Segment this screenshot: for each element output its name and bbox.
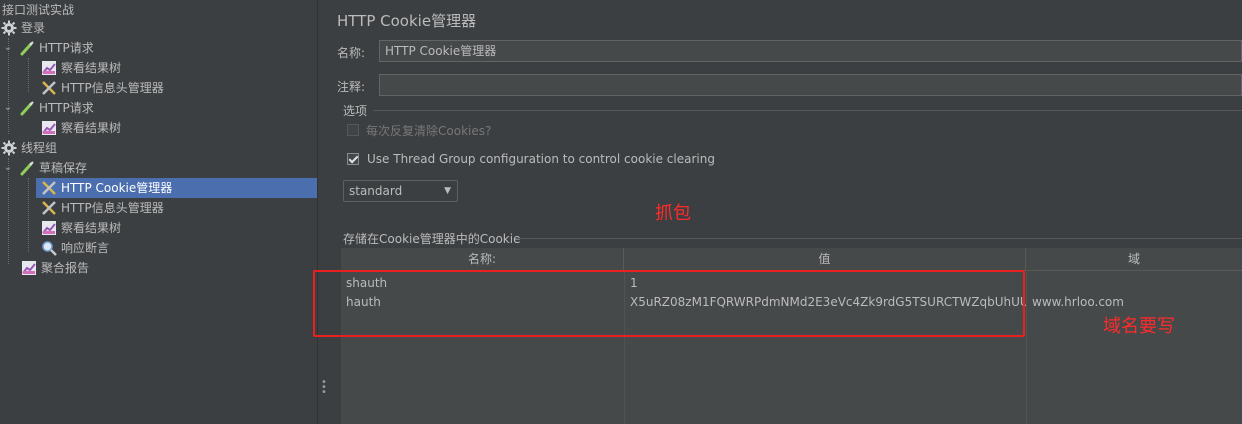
column-header-domain[interactable]: 域 — [1026, 248, 1242, 270]
tree-node-label: 草稿保存 — [39, 161, 88, 175]
tools-icon — [40, 179, 58, 197]
group-divider — [373, 110, 1242, 111]
pipette-icon — [18, 39, 36, 57]
table-header: 名称: 值 域 — [341, 248, 1242, 271]
clear-each-iteration-label: 每次反复清除Cookies? — [366, 124, 492, 138]
chevron-down-icon[interactable]: ⌄ — [2, 98, 14, 118]
graph-icon — [20, 259, 38, 277]
tree-node-label: HTTP请求 — [39, 41, 94, 55]
page-title: HTTP Cookie管理器 — [337, 12, 477, 30]
tree-node-label: 响应断言 — [61, 241, 110, 255]
pipette-icon — [18, 99, 36, 117]
stored-cookies-title: 存储在Cookie管理器中的Cookie — [343, 232, 521, 246]
tools-icon — [40, 79, 58, 97]
cookie-policy-select[interactable]: standard ▼ — [343, 180, 458, 202]
capture-annotation: 抓包 — [655, 203, 691, 224]
graph-icon — [40, 59, 58, 77]
tree-node-label: 聚合报告 — [41, 261, 90, 275]
graph-icon — [40, 119, 58, 137]
tree-connector — [28, 58, 29, 92]
column-header-name[interactable]: 名称: — [341, 248, 624, 270]
cell-domain — [1027, 273, 1242, 293]
thread-group-config-label: Use Thread Group configuration to contro… — [367, 152, 715, 166]
tree-node-aggregate-report[interactable]: 聚合报告 — [20, 258, 89, 278]
tree-node-label: HTTP信息头管理器 — [61, 201, 164, 215]
tree-node-header-manager[interactable]: HTTP信息头管理器 — [40, 78, 164, 98]
tree-node-cookie-manager[interactable]: HTTP Cookie管理器 — [36, 178, 317, 198]
tree-node-response-assertion[interactable]: 响应断言 — [40, 238, 109, 258]
tree-node-view-results[interactable]: 察看结果树 — [40, 58, 121, 78]
tree-node-label: 察看结果树 — [61, 121, 122, 135]
tree-node-label: 线程组 — [21, 141, 58, 155]
chevron-down-icon[interactable]: ⌄ — [2, 158, 14, 178]
tree-node-view-results[interactable]: 察看结果树 — [40, 118, 121, 138]
tree-node-login[interactable]: 登录 — [0, 18, 45, 38]
tree-root-label[interactable]: 接口测试实战 — [2, 1, 74, 19]
domain-annotation: 域名要写 — [1103, 316, 1175, 337]
tree-node-draft-save[interactable]: ⌄ 草稿保存 — [2, 158, 87, 178]
tree-node-thread-group[interactable]: 线程组 — [0, 138, 57, 158]
pipette-icon — [18, 159, 36, 177]
tree-node-http-request[interactable]: ⌄ HTTP请求 — [2, 98, 94, 118]
group-divider — [517, 238, 1242, 239]
tree-node-label: HTTP请求 — [39, 101, 94, 115]
cookie-policy-value: standard — [349, 184, 403, 198]
clear-each-iteration-checkbox[interactable] — [347, 124, 359, 136]
gear-icon — [0, 139, 18, 157]
tree-node-label: 登录 — [21, 21, 46, 35]
name-field[interactable]: HTTP Cookie管理器 — [379, 40, 1242, 62]
column-header-value[interactable]: 值 — [624, 248, 1026, 270]
tree-connector — [28, 178, 29, 252]
tree-node-label: HTTP Cookie管理器 — [61, 181, 173, 195]
highlight-box — [313, 270, 1025, 337]
comment-label: 注释: — [337, 80, 366, 94]
tree-node-label: 察看结果树 — [61, 61, 122, 75]
chevron-down-icon[interactable]: ⌄ — [2, 38, 14, 58]
name-label: 名称: — [337, 46, 366, 60]
cookie-manager-panel: HTTP Cookie管理器 名称: HTTP Cookie管理器 注释: 选项… — [313, 0, 1242, 424]
graph-icon — [40, 219, 58, 237]
cell-domain: www.hrloo.com — [1032, 295, 1124, 309]
gear-icon — [0, 19, 18, 37]
tree-node-label: HTTP信息头管理器 — [61, 81, 164, 95]
tree-node-label: 察看结果树 — [61, 221, 122, 235]
test-plan-tree: 接口测试实战 登录 ⌄ HTTP请求 察看结果树 HTTP信息头管理器 ⌄ HT… — [0, 0, 317, 424]
tree-node-view-results[interactable]: 察看结果树 — [40, 218, 121, 238]
dropdown-arrow-icon: ▼ — [444, 186, 451, 196]
tools-icon — [40, 199, 58, 217]
options-group-title: 选项 — [343, 104, 368, 118]
magnifier-icon — [40, 239, 58, 257]
thread-group-config-checkbox[interactable] — [347, 153, 359, 165]
comment-field[interactable] — [379, 74, 1242, 96]
tree-node-header-manager[interactable]: HTTP信息头管理器 — [40, 198, 164, 218]
tree-node-http-request[interactable]: ⌄ HTTP请求 — [2, 38, 94, 58]
